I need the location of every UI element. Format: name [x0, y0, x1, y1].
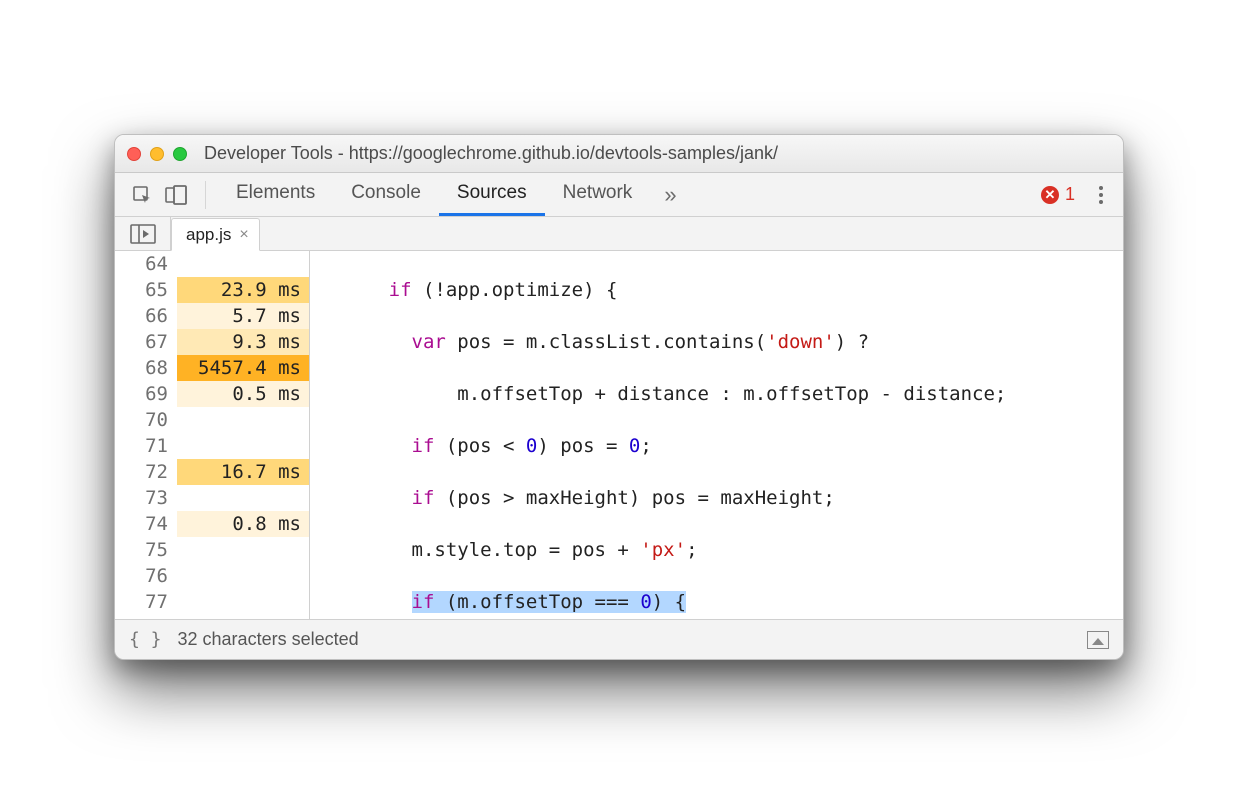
timing-cell: [177, 589, 309, 615]
timing-cell: [177, 407, 309, 433]
timing-gutter: 23.9 ms5.7 ms9.3 ms5457.4 ms0.5 ms 16.7 m…: [177, 251, 309, 619]
settings-menu-icon[interactable]: [1089, 186, 1113, 204]
status-text: 32 characters selected: [178, 629, 359, 650]
error-count: 1: [1065, 184, 1075, 205]
timing-cell: [177, 433, 309, 459]
timing-cell: [177, 563, 309, 589]
tab-console[interactable]: Console: [333, 173, 439, 216]
timing-cell: 16.7 ms: [177, 459, 309, 485]
code-editor[interactable]: 64 65 66 67 68 69 70 71 72 73 74 75 76 7…: [115, 251, 1123, 619]
timing-cell: [177, 251, 309, 277]
timing-cell: 5457.4 ms: [177, 355, 309, 381]
titlebar: Developer Tools - https://googlechrome.g…: [115, 135, 1123, 173]
line-number: 77: [115, 589, 168, 615]
status-bar: { } 32 characters selected: [115, 619, 1123, 659]
line-number: 73: [115, 485, 168, 511]
line-number: 71: [115, 433, 168, 459]
file-tab-bar: app.js ×: [115, 217, 1123, 251]
line-number: 70: [115, 407, 168, 433]
line-number: 74: [115, 511, 168, 537]
tab-elements[interactable]: Elements: [218, 173, 333, 216]
file-tab-label: app.js: [186, 225, 231, 245]
tab-network[interactable]: Network: [545, 173, 651, 216]
zoom-window-icon[interactable]: [173, 147, 187, 161]
window-title: Developer Tools - https://googlechrome.g…: [204, 143, 778, 164]
panel-toolbar: Elements Console Sources Network » ✕ 1: [115, 173, 1123, 217]
drawer-toggle-icon[interactable]: [1087, 631, 1109, 649]
more-tabs-button[interactable]: »: [650, 173, 690, 216]
timing-cell: [177, 537, 309, 563]
timing-cell: 9.3 ms: [177, 329, 309, 355]
tab-sources[interactable]: Sources: [439, 173, 545, 216]
timing-cell: 5.7 ms: [177, 303, 309, 329]
close-tab-icon[interactable]: ×: [239, 226, 248, 244]
line-number: 64: [115, 251, 168, 277]
line-number: 72: [115, 459, 168, 485]
line-number: 69: [115, 381, 168, 407]
close-window-icon[interactable]: [127, 147, 141, 161]
error-count-badge[interactable]: ✕ 1: [1041, 184, 1075, 205]
line-number: 66: [115, 303, 168, 329]
error-icon: ✕: [1041, 186, 1059, 204]
line-number: 65: [115, 277, 168, 303]
traffic-lights: [127, 147, 187, 161]
timing-cell: 0.8 ms: [177, 511, 309, 537]
line-number: 75: [115, 537, 168, 563]
devtools-window: Developer Tools - https://googlechrome.g…: [114, 134, 1124, 660]
line-number: 68: [115, 355, 168, 381]
panel-tabs: Elements Console Sources Network »: [218, 173, 691, 216]
file-tab-appjs[interactable]: app.js ×: [171, 218, 260, 251]
line-number: 67: [115, 329, 168, 355]
line-number-gutter: 64 65 66 67 68 69 70 71 72 73 74 75 76 7…: [115, 251, 177, 619]
timing-cell: 0.5 ms: [177, 381, 309, 407]
timing-cell: [177, 485, 309, 511]
navigator-toggle-icon[interactable]: [115, 217, 171, 250]
line-number: 76: [115, 563, 168, 589]
toolbar-divider: [205, 181, 206, 209]
timing-cell: 23.9 ms: [177, 277, 309, 303]
inspect-element-icon[interactable]: [125, 180, 159, 210]
device-toolbar-icon[interactable]: [159, 180, 193, 210]
code-content[interactable]: if (!app.optimize) { var pos = m.classLi…: [310, 251, 1123, 619]
minimize-window-icon[interactable]: [150, 147, 164, 161]
pretty-print-icon[interactable]: { }: [129, 629, 162, 650]
